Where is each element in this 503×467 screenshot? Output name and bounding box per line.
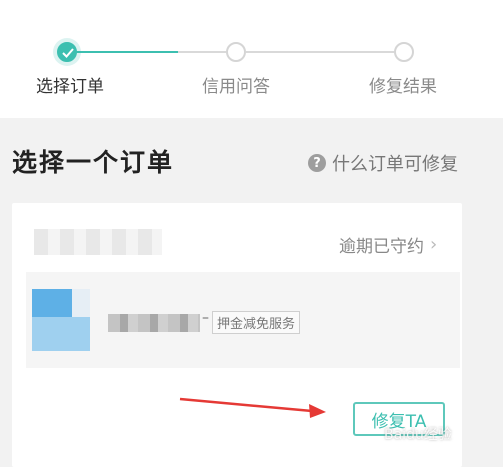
step-dot-1-check-icon (57, 42, 77, 62)
step-dot-2 (226, 42, 246, 62)
progress-stepper: 选择订单 信用问答 修复结果 (0, 0, 503, 118)
step-label-credit-qa: 信用问答 (202, 77, 270, 97)
chevron-right-icon: › (430, 234, 438, 255)
blurred-merchant-name (34, 229, 162, 255)
step-label-result: 修复结果 (369, 77, 437, 97)
order-status[interactable]: 逾期已守约 › (339, 232, 437, 257)
step-connector-1b (178, 51, 226, 53)
step-connector-2 (246, 51, 394, 53)
separator: – (202, 310, 209, 326)
page-title: 选择一个订单 (12, 148, 175, 177)
step-label-select-order: 选择订单 (36, 77, 104, 97)
blurred-product-thumbnail (32, 289, 90, 351)
step-connector-1 (68, 51, 178, 53)
watermark: Baidu经验 (384, 427, 452, 443)
help-link-label: 什么订单可修复 (332, 154, 458, 175)
service-tag: 押金减免服务 (212, 311, 301, 334)
order-status-label: 逾期已守约 (339, 237, 424, 257)
order-item: – 押金减免服务 (26, 272, 460, 368)
blurred-product-title (108, 314, 200, 332)
question-circle-icon: ? (308, 154, 326, 172)
help-link[interactable]: ? 什么订单可修复 (308, 150, 458, 176)
step-dot-3 (394, 42, 414, 62)
